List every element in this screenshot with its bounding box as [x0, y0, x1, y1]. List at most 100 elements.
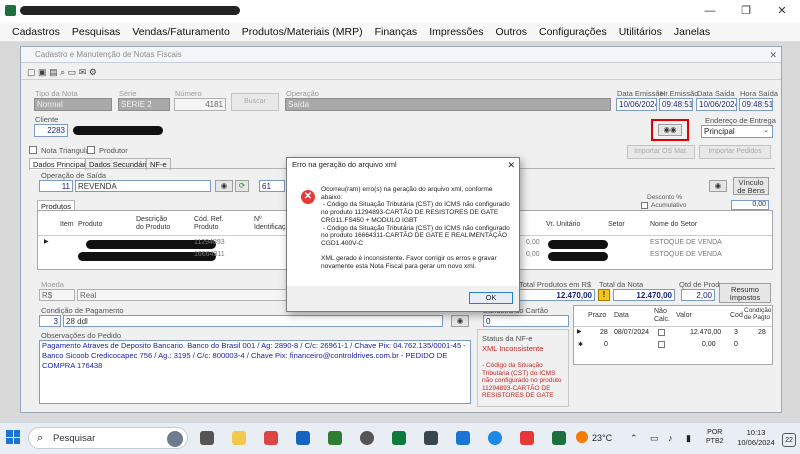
moeda-code: R$ — [39, 289, 75, 301]
endereco-label: Endereço de Entrega — [705, 116, 776, 125]
clock[interactable]: 10:13 10/06/2024 — [734, 428, 778, 448]
importar-pedidos-button[interactable]: Importar Pedidos — [699, 145, 771, 159]
edge-icon[interactable] — [488, 431, 502, 445]
tray-chevron-icon[interactable]: ⌃ — [630, 433, 638, 444]
maximize-icon[interactable]: ❐ — [728, 2, 764, 20]
app-icon — [5, 5, 16, 16]
vinculo-bens-button[interactable]: Vínculo de Bens — [733, 177, 769, 195]
importar-os-button[interactable]: Importar OS Mat. — [627, 145, 695, 159]
menu-impressoes[interactable]: Impressões — [429, 22, 483, 42]
nota-triangular-checkbox[interactable] — [29, 146, 37, 154]
col-descricao: Descrição do Produto — [136, 216, 171, 231]
cartao-field[interactable]: 0 — [483, 315, 569, 327]
operacao-code-2[interactable]: 61 — [259, 180, 285, 192]
resumo-impostos-label: Resumo Impostos — [729, 285, 761, 302]
weather-icon[interactable] — [576, 431, 588, 443]
app-icon[interactable] — [552, 431, 566, 445]
dialog-message: Ocorreu(ram) erro(s) na geração do arqui… — [321, 186, 510, 271]
nao-calc-checkbox[interactable] — [658, 329, 665, 336]
table-cell: 0,00 — [526, 239, 540, 246]
buscar-button[interactable]: Buscar — [231, 93, 279, 111]
app-icon[interactable] — [456, 431, 470, 445]
operacao-saida-label: Operação de Saída — [41, 171, 107, 180]
binoculars-icon[interactable]: ◉ — [215, 180, 233, 192]
save-icon[interactable]: ▣ — [38, 67, 47, 77]
windows-start-icon[interactable] — [6, 430, 20, 444]
app-icon[interactable] — [424, 431, 438, 445]
battery-icon[interactable]: ▮ — [686, 433, 691, 444]
app-icon[interactable] — [520, 431, 534, 445]
app-titlebar: — ❐ ✕ — [0, 0, 800, 22]
header-divider — [574, 326, 772, 327]
email-icon[interactable]: ✉ — [79, 67, 87, 77]
mascot-icon — [167, 431, 183, 447]
warning-icon: ! — [598, 289, 610, 301]
acumulativo-checkbox[interactable] — [641, 202, 648, 209]
minimize-icon[interactable]: — — [692, 2, 728, 20]
search-placeholder: Pesquisar — [53, 433, 96, 444]
operacao-saida-code[interactable]: 11 — [39, 180, 73, 192]
hora-saida-field[interactable]: 09:48:51 — [739, 98, 773, 111]
export-icon[interactable]: ▭ — [68, 67, 77, 77]
operacao-saida-desc: REVENDA — [75, 180, 211, 192]
binoculars-icon[interactable]: ◉ — [709, 180, 727, 192]
close-icon[interactable]: ✕ — [769, 47, 777, 63]
menu-produtos[interactable]: Produtos/Materiais (MRP) — [242, 22, 363, 42]
redacted-valor — [548, 252, 608, 261]
ok-button[interactable]: OK — [469, 292, 513, 304]
volume-icon[interactable]: ♪ — [668, 433, 673, 443]
table-cell: 0,00 — [526, 251, 540, 258]
observacoes-textarea[interactable]: Pagamento Atraves de Deposito Bancario. … — [39, 340, 471, 404]
qtd-prod-field: 2,00 — [681, 289, 715, 301]
condicao-code[interactable]: 3 — [39, 315, 61, 327]
cliente-code-field[interactable]: 2283 — [34, 124, 68, 137]
serie-select[interactable]: SERIE 2 — [118, 98, 170, 111]
app-icon[interactable] — [360, 431, 374, 445]
menu-configuracoes[interactable]: Configurações — [539, 22, 607, 42]
resumo-impostos-button[interactable]: Resumo Impostos — [719, 283, 771, 303]
col-item: Item — [60, 221, 74, 228]
toolbar: ▢ ▣ ▤ ⌕ ▭ ✉ ⚙ — [21, 64, 781, 80]
desconto-field[interactable]: 0,00 — [731, 200, 769, 210]
binoculars-icon[interactable]: ◉◉ — [658, 124, 682, 136]
app-icon[interactable] — [328, 431, 342, 445]
data-emissao-label: Data Emissão — [617, 89, 664, 98]
notifications-badge[interactable]: 22 — [782, 433, 796, 447]
menu-vendas[interactable]: Vendas/Faturamento — [132, 22, 229, 42]
menu-financas[interactable]: Finanças — [375, 22, 418, 42]
tipo-nota-select[interactable]: Normal — [34, 98, 112, 111]
binoculars-icon[interactable]: ◉ — [451, 315, 469, 327]
menu-outros[interactable]: Outros — [495, 22, 527, 42]
hr-emissao-field[interactable]: 09:48:51 — [659, 98, 693, 111]
language-label: POR — [707, 429, 723, 436]
clock-time: 10:13 — [746, 428, 766, 437]
produtor-checkbox[interactable] — [87, 146, 95, 154]
close-icon[interactable]: ✕ — [507, 158, 515, 172]
refresh-icon[interactable]: ⟳ — [235, 180, 249, 192]
error-icon: ✕ — [301, 190, 315, 204]
taskbar-search[interactable]: ⌕ Pesquisar — [28, 427, 188, 449]
menu-utilitarios[interactable]: Utilitários — [619, 22, 662, 42]
language-indicator[interactable]: POR PTB2 — [706, 428, 724, 446]
app-icon[interactable] — [264, 431, 278, 445]
new-icon[interactable]: ▢ — [27, 67, 36, 77]
nao-calc-checkbox[interactable] — [658, 341, 665, 348]
data-emissao-field[interactable]: 10/06/2024 — [616, 98, 657, 111]
data-saida-field[interactable]: 10/06/2024 — [696, 98, 737, 111]
menu-pesquisas[interactable]: Pesquisas — [72, 22, 120, 42]
menu-janelas[interactable]: Janelas — [674, 22, 710, 42]
search-icon[interactable]: ⌕ — [60, 67, 65, 77]
app-icon[interactable] — [392, 431, 406, 445]
menu-cadastros[interactable]: Cadastros — [12, 22, 60, 42]
network-icon[interactable]: ▭ — [650, 433, 659, 444]
operacao-label: Operação — [286, 89, 319, 98]
status-nfe-label: Status da NF-e — [482, 334, 533, 343]
outlook-icon[interactable] — [296, 431, 310, 445]
close-icon[interactable]: ✕ — [764, 2, 800, 20]
chevron-down-icon[interactable]: ⌄ — [763, 126, 769, 134]
total-produtos-field: 12.470,00 — [519, 289, 595, 301]
file-explorer-icon[interactable] — [232, 431, 246, 445]
print-icon[interactable]: ▤ — [49, 67, 58, 77]
task-view-icon[interactable] — [200, 431, 214, 445]
settings-icon[interactable]: ⚙ — [89, 67, 97, 77]
